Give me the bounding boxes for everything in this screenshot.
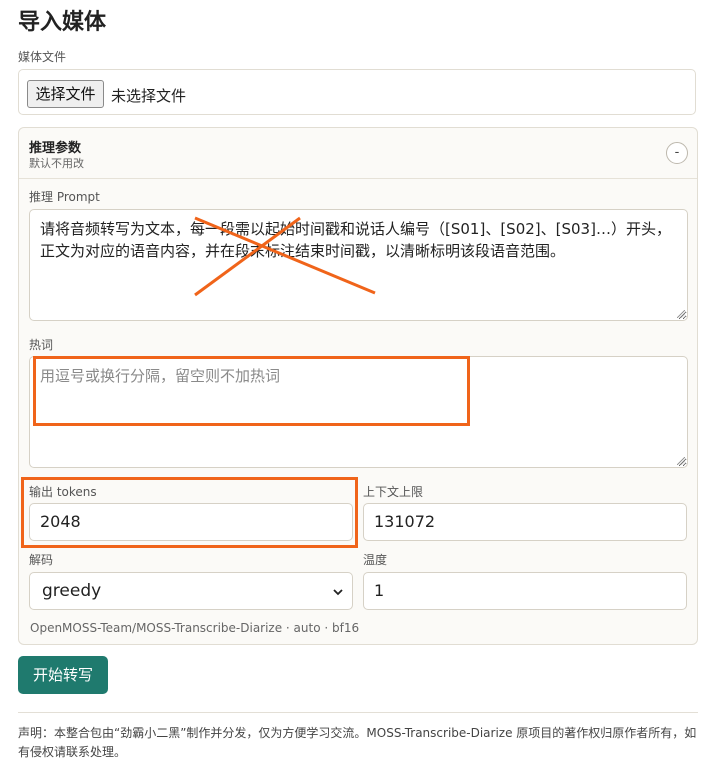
- panel-subtitle: 默认不用改: [29, 157, 84, 170]
- footer-disclaimer: 声明：本整合包由“劲霸小二黑”制作并分发，仅为方便学习交流。MOSS-Trans…: [18, 726, 697, 759]
- context-limit-label: 上下文上限: [363, 485, 424, 499]
- file-status-text: 未选择文件: [111, 87, 187, 105]
- divider: [18, 712, 698, 713]
- start-transcribe-button[interactable]: 开始转写: [18, 656, 108, 694]
- panel-header[interactable]: 推理参数 默认不用改 -: [19, 128, 697, 179]
- decoding-value: greedy: [42, 581, 102, 601]
- temperature-label: 温度: [363, 553, 388, 567]
- prompt-label: 推理 Prompt: [29, 190, 100, 204]
- resize-handle[interactable]: [677, 310, 685, 318]
- context-limit-input[interactable]: 131072: [363, 503, 687, 541]
- hotwords-label: 热词: [29, 338, 54, 352]
- file-input[interactable]: 选择文件 未选择文件: [18, 69, 696, 115]
- panel-title: 推理参数: [29, 141, 82, 156]
- choose-file-button[interactable]: 选择文件: [27, 80, 104, 108]
- resize-handle[interactable]: [677, 457, 685, 465]
- x-mark-icon: [194, 216, 376, 297]
- chevron-down-icon: [333, 589, 343, 596]
- decoding-label: 解码: [29, 553, 54, 567]
- collapse-button[interactable]: -: [666, 142, 688, 164]
- model-info: OpenMOSS-Team/MOSS-Transcribe-Diarize · …: [30, 621, 360, 635]
- decoding-select[interactable]: greedy: [29, 572, 353, 610]
- temperature-input[interactable]: 1: [363, 572, 687, 610]
- output-tokens-highlight: [21, 477, 358, 548]
- hotwords-highlight: [33, 356, 470, 426]
- page-title: 导入媒体: [18, 10, 107, 35]
- media-file-label: 媒体文件: [18, 50, 67, 64]
